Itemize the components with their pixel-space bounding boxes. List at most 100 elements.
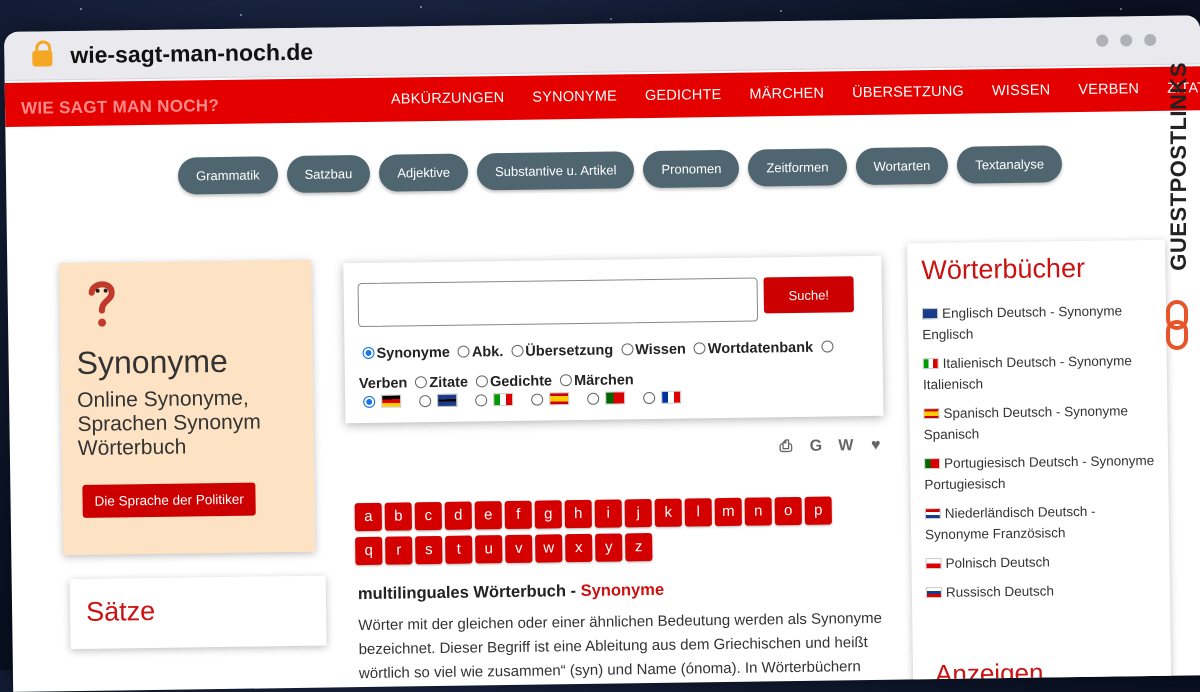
letter-button-y[interactable]: y: [595, 533, 623, 562]
letter-button-s[interactable]: s: [415, 535, 443, 565]
nav-gedichte[interactable]: GEDICHTE: [645, 87, 722, 104]
letter-button-e[interactable]: e: [474, 501, 502, 530]
woerterbuecher-panel: Wörterbücher Englisch Deutsch - Synonyme…: [907, 239, 1172, 692]
pill-textanalyse[interactable]: Textanalyse: [957, 145, 1063, 184]
radio-maerchen[interactable]: [560, 374, 573, 387]
flag-it-icon: [922, 357, 939, 370]
anzeigen-title: Anzeigen: [934, 657, 1044, 690]
letter-button-c[interactable]: c: [414, 501, 442, 531]
window-dot-icon[interactable]: [1096, 34, 1109, 47]
flag-es-icon: [549, 392, 570, 406]
pill-substantive[interactable]: Substantive u. Artikel: [476, 151, 635, 191]
politiker-button[interactable]: Die Sprache der Politiker: [82, 482, 257, 518]
radio-uebersetzung[interactable]: [511, 344, 524, 357]
letter-button-p[interactable]: p: [804, 496, 832, 525]
dict-label: Spanisch Deutsch - Synonyme Spanisch: [923, 403, 1129, 443]
nav-wissen[interactable]: WISSEN: [992, 82, 1051, 99]
pill-satzbau[interactable]: Satzbau: [286, 154, 371, 194]
flag-es-icon: [923, 407, 940, 420]
radio-wissen[interactable]: [621, 343, 634, 356]
letter-button-o[interactable]: o: [774, 496, 802, 526]
radio-lang-fr[interactable]: [643, 391, 656, 404]
bookmark-icon[interactable]: ♥: [866, 436, 886, 456]
saetze-title[interactable]: Sätze: [86, 596, 155, 628]
pill-grammatik[interactable]: Grammatik: [177, 156, 278, 195]
letter-button-j[interactable]: j: [624, 499, 652, 528]
radio-wortdatenbank[interactable]: [693, 342, 706, 355]
dict-link-spanisch[interactable]: Spanisch Deutsch - Synonyme Spanisch: [923, 400, 1160, 445]
letter-button-b[interactable]: b: [384, 502, 412, 531]
dict-label: Englisch Deutsch - Synonyme Englisch: [922, 303, 1123, 343]
letter-button-m[interactable]: m: [714, 497, 742, 527]
radio-lang-es[interactable]: [531, 393, 544, 406]
nav-synonyme[interactable]: SYNONYME: [532, 88, 617, 105]
window-dot-icon[interactable]: [1120, 34, 1133, 47]
radio-verben[interactable]: [821, 340, 834, 353]
site-brand[interactable]: WIE SAGT MAN NOCH?: [21, 96, 219, 119]
question-mark-mascot-icon: [88, 281, 115, 327]
radio-lang-en[interactable]: [419, 394, 432, 407]
pill-adjektive[interactable]: Adjektive: [379, 153, 469, 192]
radio-gedichte[interactable]: [475, 375, 489, 388]
flag-uk-icon: [437, 393, 458, 407]
letter-button-r[interactable]: r: [385, 536, 413, 565]
search-input[interactable]: [357, 277, 759, 328]
main-nav: ABKÜRZUNGEN SYNONYME GEDICHTE MÄRCHEN ÜB…: [391, 66, 1200, 122]
print-icon[interactable]: ⎙: [776, 437, 796, 457]
radio-zitate[interactable]: [415, 376, 428, 389]
article-body: Wörter mit der gleichen oder einer ähnli…: [358, 609, 883, 692]
radio-abk[interactable]: [457, 345, 470, 358]
letter-button-a[interactable]: a: [354, 502, 383, 532]
dict-link-portugiesisch[interactable]: Portugiesisch Deutsch - Synonyme Portugi…: [924, 450, 1161, 495]
dict-link-englisch[interactable]: Englisch Deutsch - Synonyme Englisch: [921, 300, 1159, 345]
radio-lang-de[interactable]: [363, 395, 376, 408]
dict-label: Russisch Deutsch: [945, 583, 1055, 600]
pill-pronomen[interactable]: Pronomen: [643, 149, 740, 189]
window-dot-icon[interactable]: [1144, 33, 1157, 47]
dict-link-polnisch[interactable]: Polnisch Deutsch: [925, 550, 1161, 574]
dict-link-italienisch[interactable]: Italienisch Deutsch - Synonyme Italienis…: [922, 350, 1160, 395]
link-logo-icon: [1166, 300, 1188, 350]
letter-button-d[interactable]: d: [444, 501, 472, 530]
search-button[interactable]: Suche!: [763, 276, 854, 314]
letter-button-n[interactable]: n: [744, 497, 772, 526]
radio-label: Märchen: [573, 372, 634, 390]
pill-zeitformen[interactable]: Zeitformen: [748, 148, 847, 187]
address-bar-url[interactable]: wie-sagt-man-noch.de: [70, 38, 313, 68]
article-title-link[interactable]: Synonyme: [581, 581, 665, 600]
wikipedia-icon[interactable]: W: [836, 436, 856, 456]
flag-uk-icon: [921, 307, 939, 320]
letter-button-h[interactable]: h: [564, 499, 592, 529]
dict-link-niederlaendisch[interactable]: Niederländisch Deutsch - Synonyme Franzö…: [924, 500, 1162, 545]
radio-label: Zitate: [429, 374, 469, 392]
letter-button-q[interactable]: q: [355, 536, 383, 566]
radio-synonyme[interactable]: [362, 346, 375, 360]
nav-uebersetzung[interactable]: ÜBERSETZUNG: [852, 84, 964, 102]
nav-abkuerzungen[interactable]: ABKÜRZUNGEN: [391, 90, 505, 108]
letter-button-i[interactable]: i: [594, 499, 622, 528]
letter-button-f[interactable]: f: [504, 500, 532, 530]
letter-button-v[interactable]: v: [505, 534, 533, 564]
letter-button-u[interactable]: u: [475, 535, 503, 564]
card-title: Synonyme: [76, 342, 229, 382]
letter-button-k[interactable]: k: [654, 498, 682, 527]
woerterbuecher-title: Wörterbücher: [921, 252, 1086, 286]
flag-pt-icon: [924, 457, 941, 470]
letter-button-w[interactable]: w: [535, 534, 563, 563]
letter-button-x[interactable]: x: [565, 533, 593, 563]
pill-wortarten[interactable]: Wortarten: [855, 146, 949, 186]
card-subtitle: Online Synonyme, Sprachen Synonym Wörter…: [76, 386, 261, 461]
letter-button-z[interactable]: z: [625, 533, 653, 562]
letter-button-g[interactable]: g: [534, 500, 562, 529]
radio-lang-pt[interactable]: [587, 392, 600, 405]
dict-link-russisch[interactable]: Russisch Deutsch: [925, 579, 1162, 603]
synonyme-card: Synonyme Online Synonyme, Sprachen Synon…: [59, 259, 316, 556]
nav-verben[interactable]: VERBEN: [1078, 81, 1139, 98]
radio-lang-it[interactable]: [475, 393, 488, 406]
nav-maerchen[interactable]: MÄRCHEN: [749, 86, 824, 103]
google-icon[interactable]: G: [806, 437, 826, 457]
letter-button-l[interactable]: l: [684, 498, 712, 527]
letter-button-t[interactable]: t: [445, 535, 473, 564]
radio-label: Verben: [358, 375, 408, 393]
article-title-prefix: multilinguales Wörterbuch -: [357, 582, 581, 604]
